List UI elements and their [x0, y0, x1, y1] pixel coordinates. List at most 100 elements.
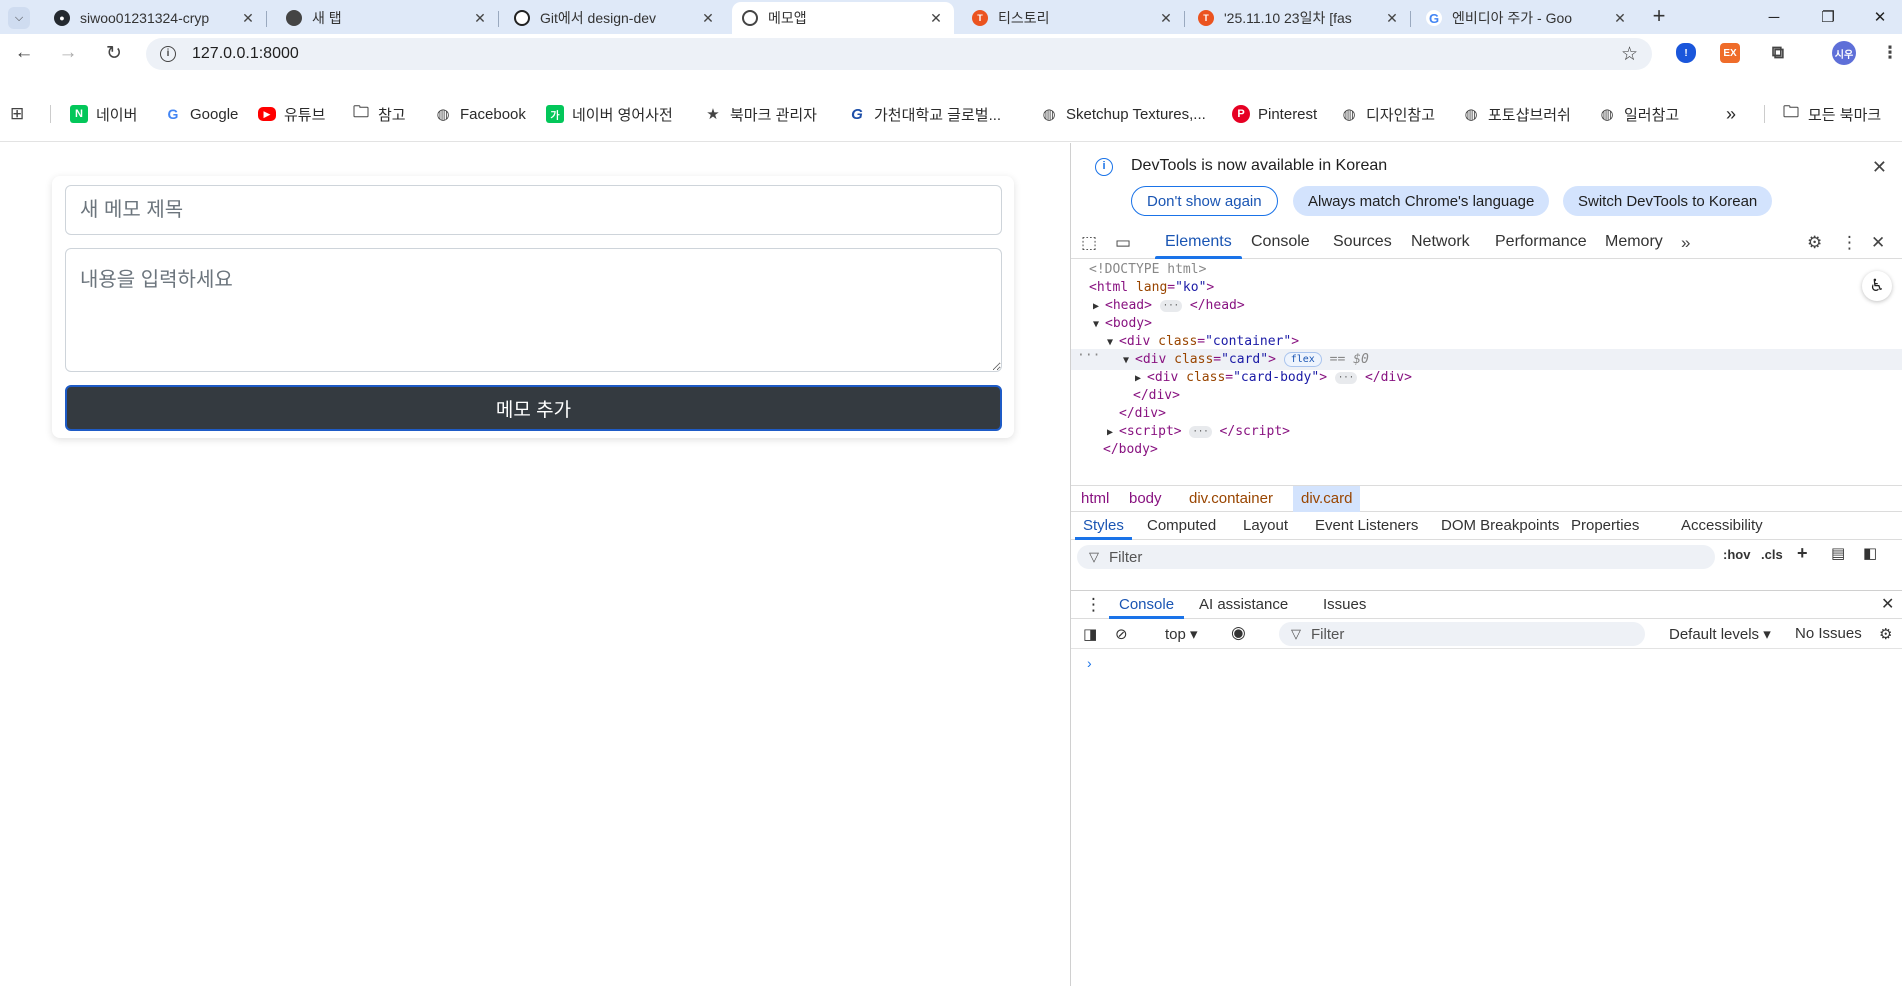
dom-node-body-close[interactable]: </body> — [1103, 439, 1158, 460]
flex-badge[interactable]: flex — [1283, 352, 1322, 367]
ellipsis-badge[interactable]: ··· — [1189, 425, 1212, 438]
node-actions-icon[interactable]: ··· — [1077, 345, 1100, 366]
add-memo-button[interactable]: 메모 추가 — [65, 385, 1002, 431]
close-icon[interactable]: ✕ — [700, 10, 716, 26]
tab-event-listeners[interactable]: Event Listeners — [1315, 512, 1418, 540]
accessibility-tree-icon[interactable]: ♿ — [1862, 271, 1892, 301]
drawer-menu-icon[interactable]: ⋮ — [1085, 591, 1102, 619]
close-icon[interactable]: ✕ — [240, 10, 256, 26]
bookmarks-overflow-button[interactable]: » — [1726, 102, 1736, 126]
tab-network[interactable]: Network — [1411, 225, 1470, 259]
bookmark-gachon[interactable]: G 가천대학교 글로벌... — [848, 102, 1001, 126]
close-icon[interactable]: ✕ — [1612, 10, 1628, 26]
dont-show-again-button[interactable]: Don't show again — [1131, 186, 1278, 216]
ellipsis-badge[interactable]: ··· — [1334, 371, 1358, 384]
tab-chatgpt[interactable]: Git에서 design-dev ✕ — [504, 2, 726, 34]
back-button[interactable]: ← — [10, 39, 38, 67]
breadcrumb-html[interactable]: html — [1073, 486, 1117, 512]
breadcrumb-container[interactable]: div.container — [1181, 486, 1281, 512]
forward-button[interactable]: → — [54, 39, 82, 67]
switch-to-korean-button[interactable]: Switch DevTools to Korean — [1563, 186, 1773, 216]
bookmark-photoshop-brush[interactable]: ◍ 포토샵브러쉬 — [1462, 102, 1570, 126]
tab-performance[interactable]: Performance — [1495, 225, 1587, 259]
bookmark-google[interactable]: G Google — [164, 102, 239, 126]
close-icon[interactable]: ✕ — [1871, 233, 1885, 253]
inspect-element-icon[interactable]: ⬚ — [1081, 233, 1097, 253]
drawer-tab-console[interactable]: Console — [1108, 591, 1185, 619]
restore-button[interactable]: ❐ — [1800, 0, 1856, 34]
bookmark-sketchup[interactable]: ◍ Sketchup Textures,... — [1040, 102, 1205, 126]
tab-memory[interactable]: Memory — [1605, 225, 1663, 259]
tab-memo-app[interactable]: 메모앱 ✕ — [732, 2, 954, 34]
more-tabs-icon[interactable]: » — [1681, 233, 1690, 253]
close-icon[interactable]: ✕ — [1881, 591, 1894, 619]
reload-button[interactable]: ↻ — [100, 39, 128, 67]
breadcrumb-card[interactable]: div.card — [1293, 486, 1361, 512]
collapse-triangle-icon[interactable]: ▼ — [1123, 350, 1135, 371]
memo-title-input[interactable] — [65, 185, 1002, 235]
bookmark-illustrator-ref[interactable]: ◍ 일러참고 — [1598, 102, 1679, 126]
extension-badge[interactable]: EX — [1720, 43, 1740, 63]
bookmark-folder-reference[interactable]: 🗀 참고 — [352, 102, 406, 126]
close-icon[interactable]: ✕ — [1872, 157, 1887, 178]
bookmark-youtube[interactable]: ▶ 유튜브 — [258, 102, 325, 126]
device-toolbar-icon[interactable]: ▭ — [1115, 233, 1131, 253]
tab-sources[interactable]: Sources — [1333, 225, 1392, 259]
ellipsis-badge[interactable]: ··· — [1159, 299, 1183, 312]
tab-console[interactable]: Console — [1251, 225, 1310, 259]
address-bar[interactable]: i 127.0.0.1:8000 ☆ — [146, 38, 1652, 70]
chrome-menu-icon[interactable]: ⋮ — [1880, 43, 1900, 63]
always-match-language-button[interactable]: Always match Chrome's language — [1293, 186, 1550, 216]
new-tab-button[interactable]: + — [1648, 5, 1670, 28]
tab-elements[interactable]: Elements — [1155, 225, 1242, 259]
avatar[interactable]: 시우 — [1832, 41, 1856, 65]
close-icon[interactable]: ✕ — [1384, 10, 1400, 26]
all-bookmarks-folder[interactable]: 🗀 모든 북마크 — [1782, 102, 1881, 126]
collapse-triangle-icon[interactable]: ▼ — [1093, 314, 1105, 335]
console-filter-input[interactable]: ▽ Filter — [1279, 622, 1645, 646]
tab-new-tab[interactable]: 새 탭 ✕ — [276, 2, 499, 34]
styles-filter-input[interactable]: ▽ Filter — [1077, 545, 1715, 569]
drawer-tab-ai-assistance[interactable]: AI assistance — [1199, 591, 1288, 619]
tab-tistory[interactable]: T 티스토리 ✕ — [962, 2, 1185, 34]
extensions-puzzle-icon[interactable]: ⧉ — [1768, 43, 1788, 63]
close-icon[interactable]: ✕ — [472, 10, 488, 26]
window-close-button[interactable]: ✕ — [1852, 0, 1902, 34]
bookmark-naver[interactable]: N 네이버 — [70, 102, 137, 126]
clear-console-icon[interactable]: ⊘ — [1115, 625, 1128, 643]
minimize-button[interactable]: ─ — [1746, 0, 1802, 34]
sidebar-toggle-icon[interactable]: ◧ — [1863, 544, 1877, 562]
tab-dom-breakpoints[interactable]: DOM Breakpoints — [1441, 512, 1559, 540]
bookmark-manager[interactable]: ★ 북마크 관리자 — [704, 102, 817, 126]
tab-google-search[interactable]: G 엔비디아 주가 - Goo ✕ — [1416, 2, 1638, 34]
gear-icon[interactable]: ⚙ — [1879, 625, 1892, 643]
live-expression-eye-icon[interactable]: ◉ — [1231, 623, 1246, 643]
bookmark-pinterest[interactable]: P Pinterest — [1232, 102, 1317, 126]
tab-styles[interactable]: Styles — [1075, 512, 1132, 540]
console-sidebar-icon[interactable]: ◨ — [1083, 625, 1097, 643]
breadcrumb-body[interactable]: body — [1121, 486, 1170, 512]
class-toggle[interactable]: .cls — [1761, 547, 1783, 562]
drawer-tab-issues[interactable]: Issues — [1323, 591, 1366, 619]
bookmark-design-ref[interactable]: ◍ 디자인참고 — [1340, 102, 1435, 126]
close-icon[interactable]: ✕ — [1158, 10, 1174, 26]
tab-computed[interactable]: Computed — [1147, 512, 1216, 540]
gear-icon[interactable]: ⚙ — [1807, 233, 1822, 253]
log-levels-dropdown[interactable]: Default levels ▾ — [1669, 625, 1771, 643]
tab-search-button[interactable]: ⌵ — [8, 7, 30, 29]
new-style-rule-icon[interactable]: + — [1797, 543, 1808, 564]
bookmark-star-icon[interactable]: ☆ — [1621, 43, 1638, 66]
close-icon[interactable]: ✕ — [928, 10, 944, 26]
hover-state-toggle[interactable]: :hov — [1723, 547, 1750, 562]
paint-brush-icon[interactable]: ▤ — [1831, 544, 1845, 562]
issues-count[interactable]: No Issues — [1795, 625, 1862, 642]
bookmark-facebook[interactable]: ◍ Facebook — [434, 102, 525, 126]
bitwarden-shield-icon[interactable]: ! — [1676, 43, 1696, 63]
site-info-icon[interactable]: i — [160, 46, 176, 62]
tab-tistory-post[interactable]: T '25.11.10 23일차 [fas ✕ — [1188, 2, 1411, 34]
tab-properties[interactable]: Properties — [1571, 512, 1639, 540]
bookmark-naver-dictionary[interactable]: 가 네이버 영어사전 — [546, 102, 673, 126]
tab-accessibility[interactable]: Accessibility — [1681, 512, 1763, 540]
memo-content-textarea[interactable] — [65, 248, 1002, 372]
apps-grid-icon[interactable]: ⊞ — [10, 102, 24, 126]
